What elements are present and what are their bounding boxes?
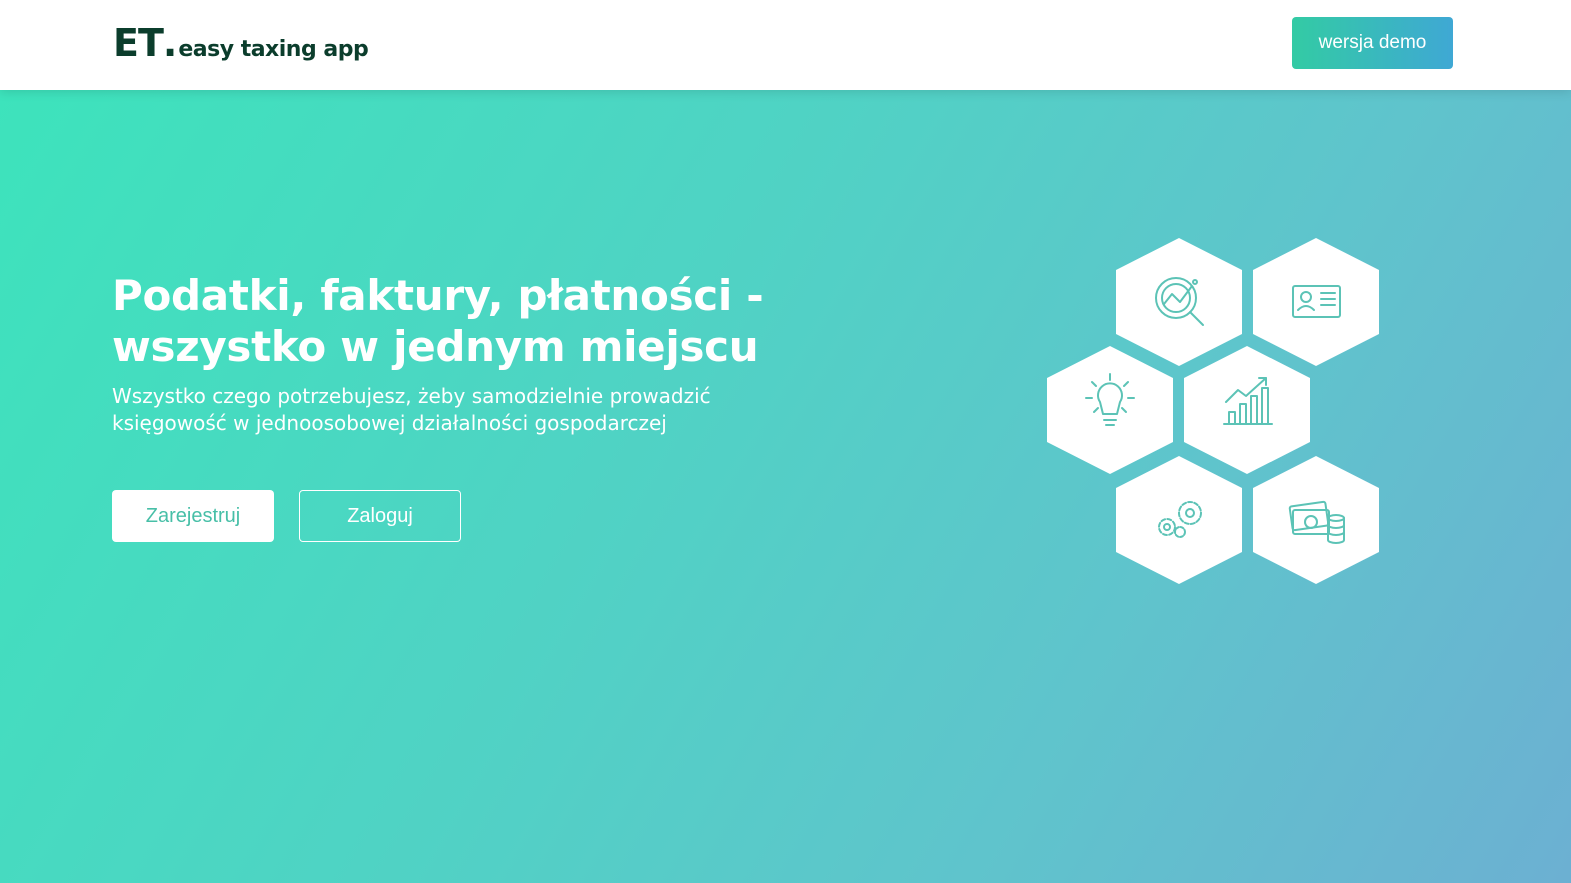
logo-text: easy taxing app — [178, 37, 369, 62]
hero-subtext: Wszystko czego potrzebujesz, żeby samodz… — [112, 384, 711, 435]
logo-mark: ET — [113, 21, 164, 65]
feature-hex-cluster — [1047, 238, 1379, 584]
top-navbar: ET . easy taxing app wersja demo — [0, 0, 1571, 90]
demo-version-button[interactable]: wersja demo — [1292, 17, 1453, 69]
hex-id-card — [1253, 238, 1379, 366]
hex-gears — [1116, 456, 1242, 584]
hex-money-coins — [1253, 456, 1379, 584]
hex-analytics — [1116, 238, 1242, 366]
hex-growth-chart — [1184, 346, 1310, 474]
login-button[interactable]: Zaloguj — [299, 490, 461, 542]
register-button[interactable]: Zarejestruj — [112, 490, 274, 542]
hex-lightbulb — [1047, 346, 1173, 474]
hero-section: Podatki, faktury, płatności - wszystko w… — [0, 90, 1571, 883]
hero-headline: Podatki, faktury, płatności - wszystko w… — [112, 271, 764, 371]
logo-dot: . — [162, 21, 178, 65]
logo[interactable]: ET . easy taxing app — [113, 21, 369, 65]
